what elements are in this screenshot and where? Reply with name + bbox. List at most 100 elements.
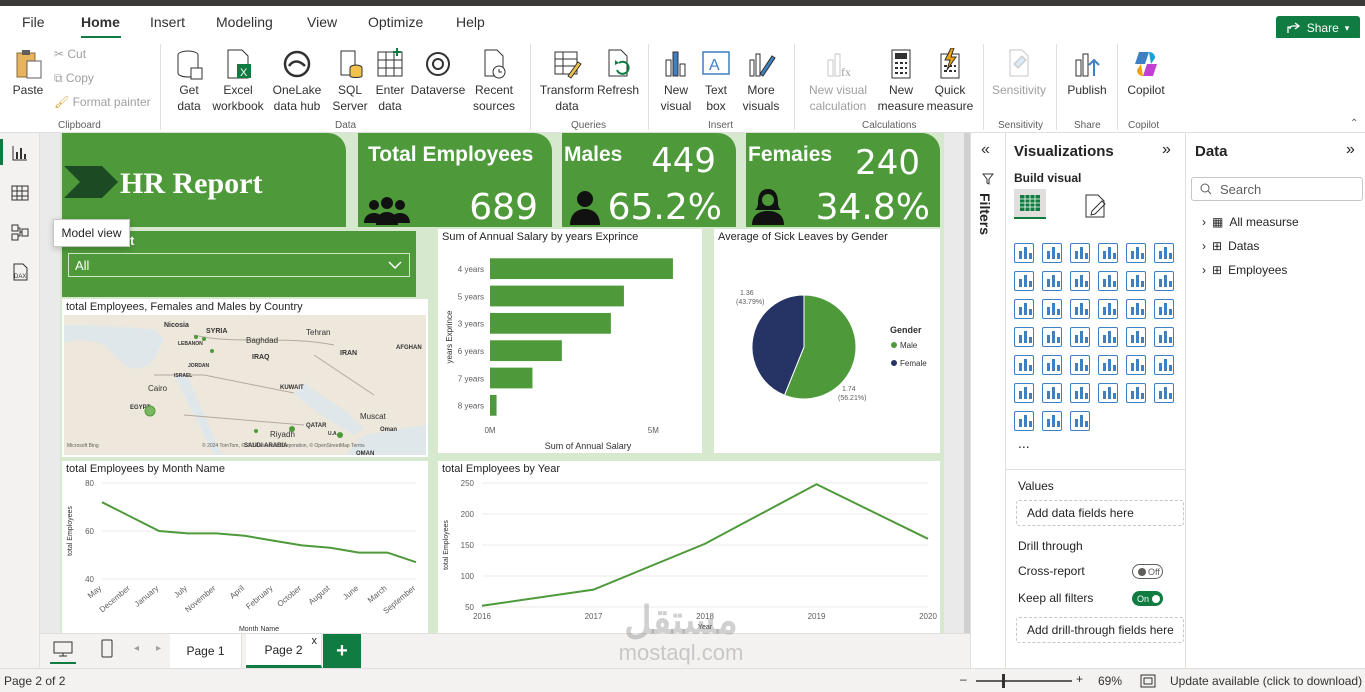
sensitivity-button[interactable]: Sensitivity bbox=[989, 48, 1049, 98]
table-icon[interactable] bbox=[1042, 355, 1062, 375]
fit-page-icon[interactable] bbox=[1140, 674, 1156, 688]
build-visual-tab[interactable] bbox=[1014, 189, 1046, 219]
menu-home[interactable]: Home bbox=[81, 14, 120, 30]
area-icon[interactable] bbox=[1042, 271, 1062, 291]
females-card[interactable]: Femaies 240 34.8% bbox=[746, 133, 940, 228]
python-visual-icon[interactable] bbox=[1126, 355, 1146, 375]
close-tab-icon[interactable]: x bbox=[312, 635, 318, 647]
salary-bar-chart[interactable]: Sum of Annual Salary by years Exprince 4… bbox=[438, 229, 702, 453]
map-bubble[interactable] bbox=[289, 426, 295, 432]
waterfall-icon[interactable] bbox=[1154, 271, 1174, 291]
onelake-button[interactable]: OneLake data hub bbox=[268, 48, 326, 114]
zoom-in-icon[interactable]: + bbox=[1076, 672, 1083, 686]
report-view-icon[interactable] bbox=[10, 143, 30, 163]
stacked-bar-icon[interactable] bbox=[1014, 243, 1034, 263]
map-bubble[interactable] bbox=[254, 429, 258, 433]
pie-icon[interactable] bbox=[1070, 299, 1090, 319]
egypt-bubble[interactable] bbox=[144, 405, 156, 417]
map-bubble[interactable] bbox=[194, 335, 198, 339]
slicer-dropdown[interactable]: All bbox=[68, 253, 410, 277]
power-automate-icon[interactable] bbox=[1014, 411, 1034, 431]
zoom-slider[interactable] bbox=[976, 674, 1072, 688]
treemap-icon[interactable] bbox=[1126, 299, 1146, 319]
gauge-icon[interactable] bbox=[1070, 327, 1090, 347]
new-visual-calculation-button[interactable]: fx New visual calculation bbox=[803, 48, 873, 114]
menu-help[interactable]: Help bbox=[456, 14, 485, 30]
copilot-button[interactable]: Copilot bbox=[1124, 48, 1168, 98]
month-line-chart[interactable]: total Employees by Month Name 80 60 40 May D… bbox=[62, 461, 428, 633]
values-drop-zone[interactable]: Add data fields here bbox=[1016, 500, 1184, 526]
tree-item-datas[interactable]: › ⊞ Datas bbox=[1202, 239, 1259, 253]
key-influencers-icon[interactable] bbox=[1154, 355, 1174, 375]
enter-data-button[interactable]: Enter data bbox=[372, 48, 408, 114]
more-visuals-button[interactable]: More visuals bbox=[738, 48, 784, 114]
r-visual-icon[interactable] bbox=[1098, 355, 1118, 375]
sql-server-button[interactable]: SQL Server bbox=[330, 48, 370, 114]
share-button[interactable]: Share ▾ bbox=[1276, 16, 1360, 40]
tab-page-1[interactable]: Page 1 bbox=[170, 634, 242, 668]
scatter-icon[interactable] bbox=[1042, 299, 1062, 319]
publish-button[interactable]: Publish bbox=[1064, 48, 1110, 98]
text-box-button[interactable]: A Text box bbox=[698, 48, 734, 114]
100-column-icon[interactable] bbox=[1154, 243, 1174, 263]
arrow-visual-icon[interactable] bbox=[1070, 411, 1090, 431]
copy-button[interactable]: ⧉ Copy bbox=[54, 70, 94, 86]
map-bubble[interactable] bbox=[210, 349, 214, 353]
paginated-icon[interactable] bbox=[1126, 383, 1146, 403]
drill-through-drop-zone[interactable]: Add drill-through fields here bbox=[1016, 617, 1184, 643]
quick-measure-button[interactable]: Quick measure bbox=[926, 48, 974, 114]
menu-optimize[interactable]: Optimize bbox=[368, 14, 423, 30]
clustered-column-icon[interactable] bbox=[1098, 243, 1118, 263]
total-employees-card[interactable]: Total Employees 689 bbox=[358, 133, 552, 228]
format-visual-icon[interactable] bbox=[1082, 193, 1108, 219]
menu-modeling[interactable]: Modeling bbox=[216, 14, 273, 30]
diamond-visual-icon[interactable] bbox=[1042, 411, 1062, 431]
collapse-pane-icon[interactable]: » bbox=[1162, 141, 1171, 159]
100-bar-icon[interactable] bbox=[1126, 243, 1146, 263]
tree-item-employees[interactable]: › ⊞ Employees bbox=[1202, 263, 1287, 277]
dataverse-button[interactable]: Dataverse bbox=[410, 48, 466, 98]
matrix-icon[interactable] bbox=[1070, 355, 1090, 375]
map-bubble[interactable] bbox=[337, 432, 343, 438]
collapse-data-pane-icon[interactable]: » bbox=[1346, 141, 1355, 159]
card-icon[interactable] bbox=[1098, 327, 1118, 347]
dax-query-view-icon[interactable]: DAX bbox=[10, 262, 30, 282]
prev-page-icon[interactable]: ◂ bbox=[134, 643, 139, 654]
clustered-bar-icon[interactable] bbox=[1070, 243, 1090, 263]
refresh-button[interactable]: Refresh bbox=[596, 48, 640, 98]
cross-report-toggle[interactable]: Off bbox=[1132, 564, 1163, 579]
menu-file[interactable]: File bbox=[22, 14, 45, 30]
map-bubble[interactable] bbox=[202, 337, 206, 341]
azure-map-icon[interactable] bbox=[1042, 327, 1062, 347]
keep-filters-toggle[interactable]: On bbox=[1132, 591, 1163, 606]
expand-filters-icon[interactable]: « bbox=[981, 141, 990, 159]
recent-sources-button[interactable]: Recent sources bbox=[466, 48, 522, 114]
zoom-slider-thumb[interactable] bbox=[1002, 674, 1005, 688]
paste-button[interactable]: Paste bbox=[10, 48, 46, 98]
filters-pane[interactable]: « Filters bbox=[970, 133, 1005, 668]
desktop-layout-icon[interactable] bbox=[52, 640, 74, 658]
collapse-ribbon-icon[interactable]: ⌃ bbox=[1350, 118, 1358, 129]
narrative-icon[interactable] bbox=[1070, 383, 1090, 403]
model-view-icon[interactable] bbox=[10, 222, 30, 242]
title-banner[interactable]: HR Report bbox=[62, 133, 346, 227]
kpi-icon[interactable] bbox=[1154, 327, 1174, 347]
excel-workbook-button[interactable]: X Excel workbook bbox=[210, 48, 266, 114]
transform-data-button[interactable]: Transform data bbox=[538, 48, 596, 114]
menu-insert[interactable]: Insert bbox=[150, 14, 185, 30]
tree-item-all-measures[interactable]: › ▦ All measurse bbox=[1202, 215, 1299, 229]
map-canvas[interactable]: Nicosia SYRIALEBANON Baghdad Tehran IRAQ IRAN… bbox=[64, 315, 426, 455]
tab-page-2[interactable]: Page 2 x bbox=[246, 634, 322, 668]
next-page-icon[interactable]: ▸ bbox=[156, 643, 161, 654]
multi-row-card-icon[interactable] bbox=[1126, 327, 1146, 347]
add-page-button[interactable]: + bbox=[323, 634, 361, 668]
sick-leaves-pie-chart[interactable]: Average of Sick Leaves by Gender 1.74 (56… bbox=[714, 229, 940, 453]
stacked-area-icon[interactable] bbox=[1070, 271, 1090, 291]
filled-map-icon[interactable] bbox=[1014, 327, 1034, 347]
ribbon-icon[interactable] bbox=[1126, 271, 1146, 291]
menu-view[interactable]: View bbox=[307, 14, 337, 30]
decomposition-tree-icon[interactable] bbox=[1014, 383, 1034, 403]
more-visuals-ellipsis[interactable]: ... bbox=[1018, 435, 1030, 451]
line-icon[interactable] bbox=[1014, 271, 1034, 291]
power-apps-icon[interactable] bbox=[1154, 383, 1174, 403]
